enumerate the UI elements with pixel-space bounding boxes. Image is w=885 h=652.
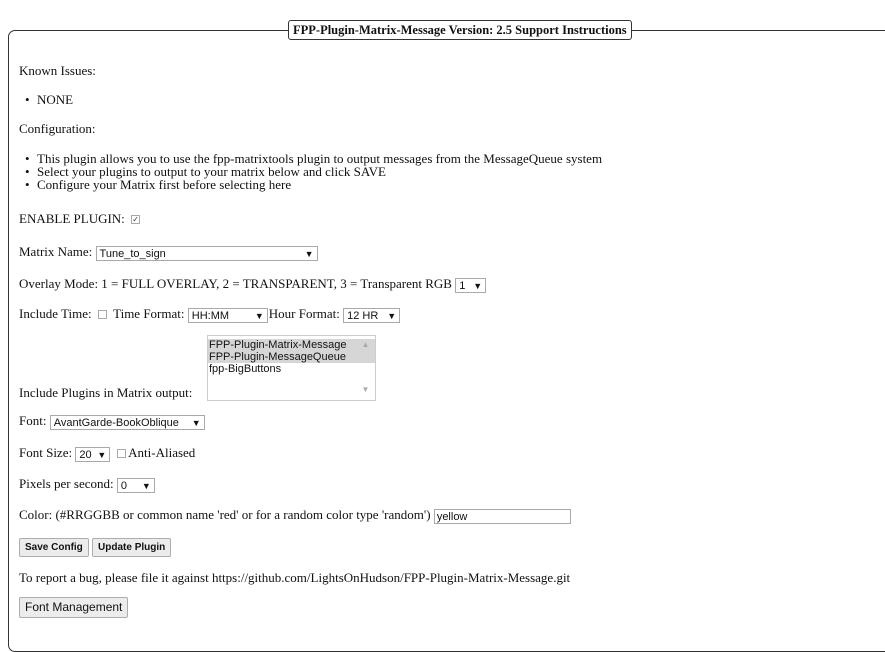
listbox-scrollbar[interactable]: ▲ ▼ (356, 335, 376, 401)
font-label: Font: (19, 413, 47, 428)
pixels-per-second-row: Pixels per second: 0 ▼ (19, 476, 155, 493)
configuration-item: Configure your Matrix first before selec… (25, 178, 291, 191)
chevron-down-icon: ▼ (254, 310, 264, 321)
enable-plugin-row: ENABLE PLUGIN: ✓ (19, 211, 141, 227)
scroll-down-icon[interactable]: ▼ (356, 385, 375, 394)
color-label: Color: (#RRGGBB or common name 'red' or … (19, 507, 431, 522)
font-size-value: 20 (79, 448, 92, 461)
chevron-down-icon: ▼ (304, 248, 314, 259)
plugin-option[interactable]: FPP-Plugin-Matrix-Message (208, 339, 375, 351)
enable-plugin-label: ENABLE PLUGIN: (19, 211, 125, 226)
color-row: Color: (#RRGGBB or common name 'red' or … (19, 507, 571, 524)
known-issues-label: Known Issues: (19, 63, 96, 78)
known-issue-item: NONE (25, 93, 73, 106)
font-select[interactable]: AvantGarde-BookOblique ▼ (49, 414, 205, 430)
time-format-label: Time Format: (113, 306, 185, 321)
plugin-option[interactable]: FPP-Plugin-MessageQueue (208, 351, 375, 363)
anti-aliased-checkbox[interactable] (116, 448, 126, 458)
matrix-name-row: Matrix Name: Tune_to_sign ▼ (19, 244, 318, 261)
time-format-select[interactable]: HH:MM ▼ (187, 307, 268, 323)
font-value: AvantGarde-BookOblique (53, 416, 179, 429)
plugin-fieldset (8, 30, 885, 652)
include-time-checkbox[interactable] (97, 309, 107, 319)
plugin-option[interactable]: fpp-BigButtons (208, 363, 375, 375)
save-config-button[interactable]: Save Config (19, 538, 89, 557)
action-buttons-row: Save Config Update Plugin (19, 538, 172, 557)
font-management-row: Font Management (19, 597, 129, 618)
pixels-per-second-value: 0 (120, 479, 127, 492)
overlay-mode-label: Overlay Mode: 1 = FULL OVERLAY, 2 = TRAN… (19, 276, 452, 291)
pixels-per-second-label: Pixels per second: (19, 476, 114, 491)
overlay-mode-select[interactable]: 1 ▼ (455, 277, 487, 293)
include-plugins-label: Include Plugins in Matrix output: (19, 385, 193, 400)
anti-aliased-label: Anti-Aliased (128, 445, 196, 460)
overlay-mode-row: Overlay Mode: 1 = FULL OVERLAY, 2 = TRAN… (19, 276, 487, 293)
font-size-row: Font Size: 20 ▼ Anti-Aliased (19, 445, 195, 462)
font-size-label: Font Size: (19, 445, 73, 460)
include-time-row: Include Time: Time Format: HH:MM ▼ Hour … (19, 306, 401, 323)
font-size-select[interactable]: 20 ▼ (75, 446, 111, 462)
matrix-name-label: Matrix Name: (19, 244, 93, 259)
include-time-label: Include Time: (19, 306, 92, 321)
configuration-label: Configuration: (19, 121, 96, 136)
font-row: Font: AvantGarde-BookOblique ▼ (19, 413, 205, 430)
bug-report-text: To report a bug, please file it against … (19, 570, 571, 585)
hour-format-select[interactable]: 12 HR ▼ (343, 307, 401, 323)
pixels-per-second-select[interactable]: 0 ▼ (116, 477, 155, 493)
color-input[interactable]: yellow (433, 508, 571, 524)
chevron-down-icon: ▼ (387, 310, 397, 321)
chevron-down-icon: ▼ (473, 280, 483, 291)
overlay-mode-value: 1 (459, 279, 466, 292)
font-management-button[interactable]: Font Management (19, 597, 129, 618)
chevron-down-icon: ▼ (141, 480, 151, 491)
chevron-down-icon: ▼ (97, 449, 107, 460)
include-plugins-listbox[interactable]: FPP-Plugin-Matrix-Message FPP-Plugin-Mes… (207, 335, 375, 401)
matrix-name-value: Tune_to_sign (99, 247, 166, 260)
fieldset-legend: FPP-Plugin-Matrix-Message Version: 2.5 S… (288, 20, 632, 40)
enable-plugin-checkbox[interactable]: ✓ (131, 214, 141, 224)
time-format-value: HH:MM (191, 309, 230, 322)
update-plugin-button[interactable]: Update Plugin (92, 538, 172, 557)
matrix-name-select[interactable]: Tune_to_sign ▼ (95, 245, 318, 261)
hour-format-label: Hour Format: (268, 306, 340, 321)
hour-format-value: 12 HR (347, 309, 379, 322)
chevron-down-icon: ▼ (191, 417, 201, 428)
scroll-up-icon[interactable]: ▲ (356, 340, 375, 349)
